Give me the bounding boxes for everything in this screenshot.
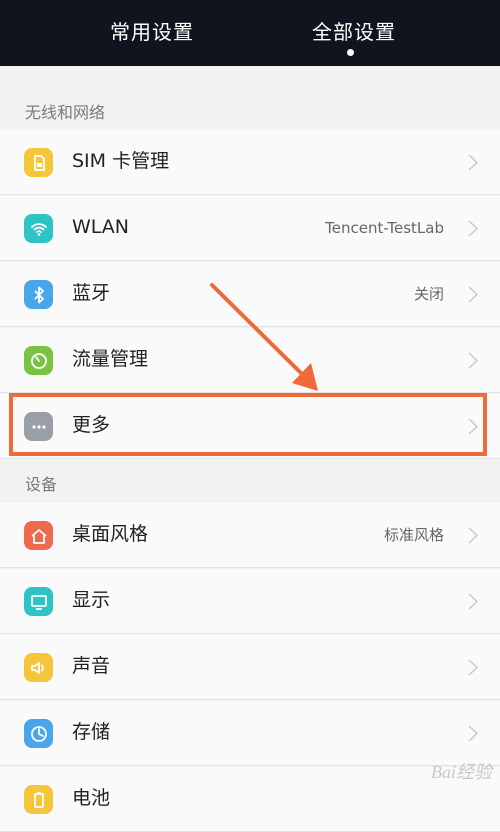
wifi-icon [24, 214, 53, 243]
settings-row-battery[interactable]: 电池 [0, 767, 500, 832]
row-value: Tencent-TestLab [325, 219, 444, 237]
tab-all-settings[interactable]: 全部设置 [312, 18, 396, 46]
row-label: 电池 [72, 787, 111, 809]
battery-icon [24, 785, 53, 814]
settings-row-sound[interactable]: 声音 [0, 635, 500, 700]
row-label: 蓝牙 [72, 282, 111, 304]
chevron-right-icon [468, 220, 478, 237]
section-header-wireless: 无线和网络 [0, 88, 500, 130]
section-title: 设备 [25, 475, 58, 494]
more-dots-icon [24, 412, 53, 441]
home-icon [24, 521, 53, 550]
settings-row-storage[interactable]: 存储 [0, 701, 500, 766]
section-title: 无线和网络 [25, 103, 106, 122]
display-icon [24, 587, 53, 616]
row-label: 声音 [72, 655, 111, 677]
chevron-right-icon [468, 352, 478, 369]
settings-row-bluetooth[interactable]: 蓝牙 关闭 [0, 262, 500, 327]
settings-row-more[interactable]: 更多 [0, 394, 500, 459]
chevron-right-icon [468, 659, 478, 676]
row-label: 桌面风格 [72, 523, 149, 545]
chevron-right-icon [468, 418, 478, 435]
row-value: 关闭 [413, 285, 444, 303]
top-tab-bar: 常用设置 全部设置 [0, 0, 500, 66]
chevron-right-icon [468, 286, 478, 303]
row-label: 存储 [72, 721, 111, 743]
settings-row-home-style[interactable]: 桌面风格 标准风格 [0, 503, 500, 568]
settings-row-data-usage[interactable]: 流量管理 [0, 328, 500, 393]
row-label: 流量管理 [72, 348, 149, 370]
active-tab-indicator [347, 49, 354, 56]
storage-clock-icon [24, 719, 53, 748]
chevron-right-icon [468, 593, 478, 610]
row-label: WLAN [72, 216, 130, 238]
settings-row-sim[interactable]: SIM 卡管理 [0, 130, 500, 195]
chevron-right-icon [468, 527, 478, 544]
row-label: 更多 [72, 414, 111, 436]
tab-common-settings[interactable]: 常用设置 [110, 18, 194, 46]
speaker-icon [24, 653, 53, 682]
row-label: SIM 卡管理 [72, 150, 170, 172]
watermark-logo: Bai经验 [431, 762, 492, 782]
bluetooth-icon [24, 280, 53, 309]
section-header-device: 设备 [0, 460, 500, 502]
row-label: 显示 [72, 589, 111, 611]
settings-row-display[interactable]: 显示 [0, 569, 500, 634]
row-value: 标准风格 [383, 526, 444, 544]
data-usage-icon [24, 346, 53, 375]
settings-row-wlan[interactable]: WLAN Tencent-TestLab [0, 196, 500, 261]
sim-card-icon [24, 148, 53, 177]
chevron-right-icon [468, 725, 478, 742]
chevron-right-icon [468, 154, 478, 171]
